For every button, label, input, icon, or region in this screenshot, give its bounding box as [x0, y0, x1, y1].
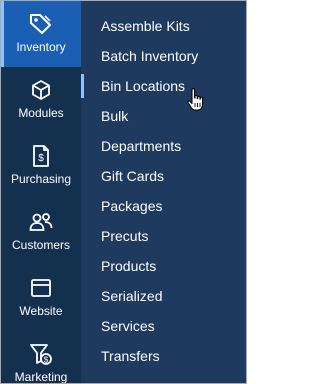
menu-item-assemble-kits[interactable]: Assemble Kits	[81, 11, 246, 41]
browser-window-icon	[28, 275, 54, 301]
inventory-menu-panel: Inventory Modules $ Purchasing Customers…	[0, 0, 247, 384]
menu-item-services[interactable]: Services	[81, 311, 246, 341]
menu-item-gift-cards[interactable]: Gift Cards	[81, 161, 246, 191]
sidebar-item-label: Marketing	[14, 370, 68, 384]
menu-item-precuts[interactable]: Precuts	[81, 221, 246, 251]
svg-text:$: $	[38, 153, 44, 164]
sidebar-item-marketing[interactable]: $ Marketing	[1, 331, 81, 384]
dollar-document-icon: $	[28, 143, 54, 169]
users-icon	[28, 209, 54, 235]
menu-item-serialized[interactable]: Serialized	[81, 281, 246, 311]
sidebar-item-label: Modules	[18, 106, 64, 120]
menu-item-products[interactable]: Products	[81, 251, 246, 281]
sidebar-item-customers[interactable]: Customers	[1, 199, 81, 265]
svg-text:$: $	[44, 356, 49, 365]
tag-gear-icon	[28, 11, 54, 37]
sidebar-item-inventory[interactable]: Inventory	[1, 1, 81, 67]
hand-pointer-cursor-icon	[186, 87, 206, 113]
sidebar-nav: Inventory Modules $ Purchasing Customers…	[1, 1, 81, 383]
sidebar-item-label: Purchasing	[10, 172, 72, 186]
menu-item-transfers[interactable]: Transfers	[81, 341, 246, 371]
menu-item-label: Bin Locations	[101, 78, 186, 94]
sidebar-item-label: Customers	[11, 238, 70, 252]
menu-item-departments[interactable]: Departments	[81, 131, 246, 161]
menu-item-bin-locations[interactable]: Bin Locations	[81, 71, 246, 101]
sidebar-item-label: Website	[19, 304, 63, 318]
menu-item-bulk[interactable]: Bulk	[81, 101, 246, 131]
menu-item-batch-inventory[interactable]: Batch Inventory	[81, 41, 246, 71]
sidebar-item-purchasing[interactable]: $ Purchasing	[1, 133, 81, 199]
funnel-dollar-icon: $	[28, 341, 54, 367]
menu-item-packages[interactable]: Packages	[81, 191, 246, 221]
cube-icon	[28, 77, 54, 103]
inventory-submenu: Assemble Kits Batch Inventory Bin Locati…	[81, 1, 246, 383]
sidebar-item-website[interactable]: Website	[1, 265, 81, 331]
sidebar-item-label: Inventory	[16, 40, 66, 54]
sidebar-item-modules[interactable]: Modules	[1, 67, 81, 133]
